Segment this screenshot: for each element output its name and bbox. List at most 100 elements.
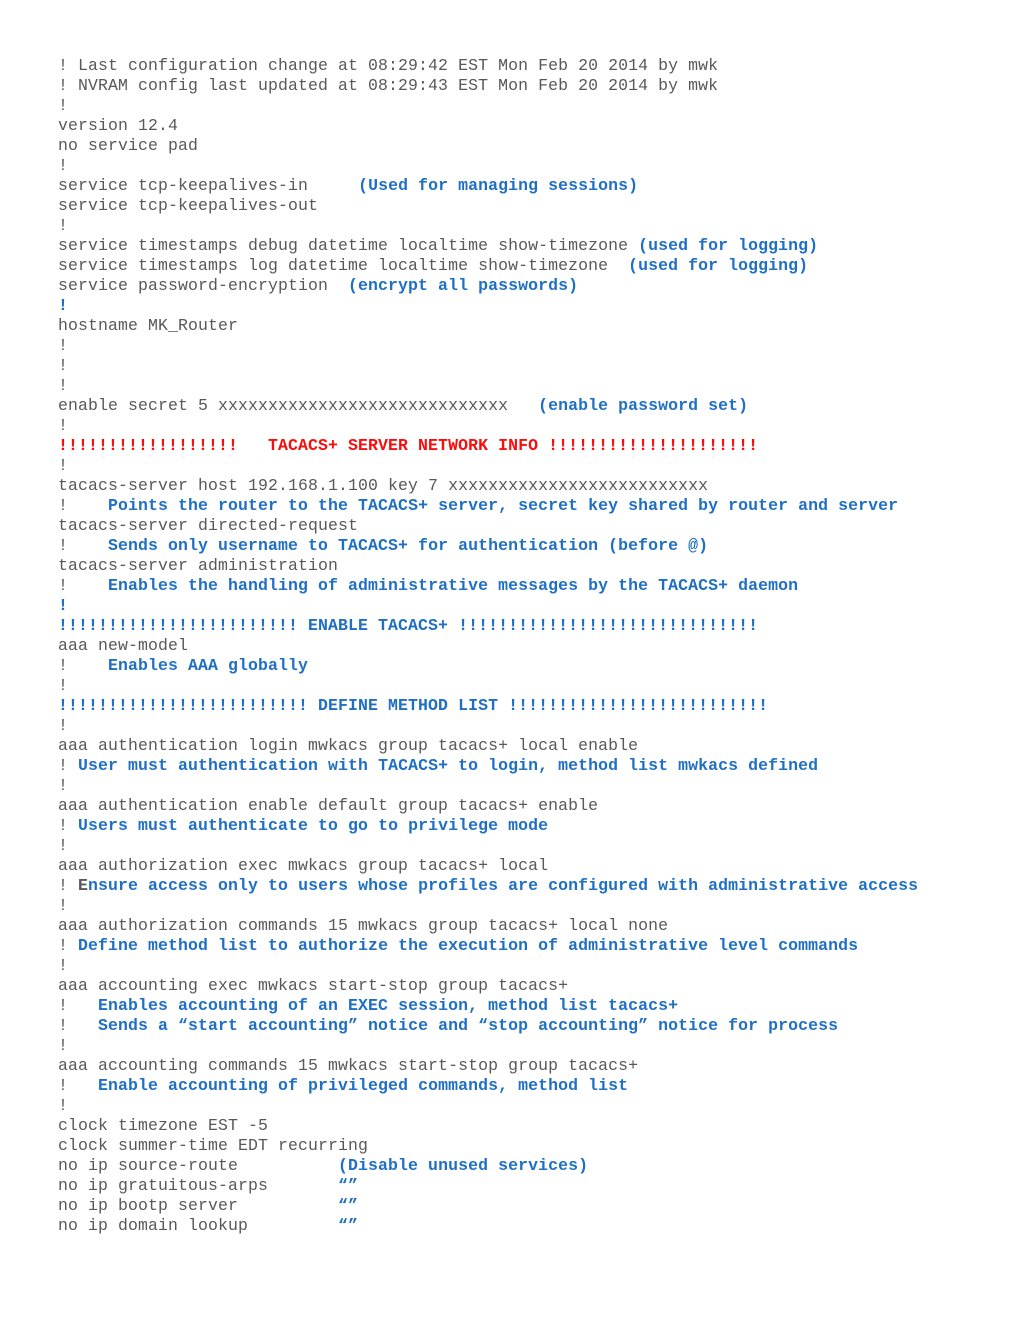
config-line-segment-plain: ! <box>58 876 79 895</box>
config-line-segment-plain: aaa accounting commands 15 mwkacs start-… <box>58 1056 639 1075</box>
config-line-segment-plain: aaa new-model <box>58 636 189 655</box>
config-line-segment-bang-blue: ! <box>58 296 69 315</box>
config-line: ! <box>58 456 1008 476</box>
config-line: no ip bootp server “” <box>58 1196 1008 1216</box>
config-line-segment-plain: hostname MK_Router <box>58 316 239 335</box>
config-line-segment-plain: tacacs-server directed-request <box>58 516 359 535</box>
config-line: service timestamps debug datetime localt… <box>58 236 1008 256</box>
config-line: no ip gratuitous-arps “” <box>58 1176 1008 1196</box>
config-line-segment-plain: ! <box>58 816 79 835</box>
config-line: ! <box>58 676 1008 696</box>
config-line-segment-plain: aaa accounting exec mwkacs start-stop gr… <box>58 976 569 995</box>
config-line-segment-plain: ! <box>58 576 109 595</box>
config-line-segment-banner-blue: !!!!!!!!!!!!!!!!!!!!!!!! ENABLE TACACS+ … <box>58 616 759 635</box>
config-line-segment-plain: ! <box>58 1096 69 1115</box>
config-line-segment-plain: aaa authentication enable default group … <box>58 796 599 815</box>
config-line-segment-note: User must authentication with TACACS+ to… <box>78 756 819 775</box>
config-line: ! <box>58 1096 1008 1116</box>
config-line-segment-plain: version 12.4 <box>58 116 179 135</box>
config-line-segment-note: Enables AAA globally <box>108 656 309 675</box>
config-line-segment-note: Points the router to the TACACS+ server,… <box>108 496 899 515</box>
config-line-segment-note: nsure access only to users whose profile… <box>88 876 919 895</box>
config-line: ! <box>58 716 1008 736</box>
config-line-segment-note: Sends a “start accounting” notice and “s… <box>98 1016 839 1035</box>
config-line-segment-plain: ! <box>58 96 69 115</box>
config-line-segment-note: Users must authenticate to go to privile… <box>78 816 549 835</box>
config-line-segment-note: (Disable unused services) <box>338 1156 589 1175</box>
config-line: ! Define method list to authorize the ex… <box>58 936 1008 956</box>
config-line: aaa authentication enable default group … <box>58 796 1008 816</box>
config-line: ! <box>58 376 1008 396</box>
config-line-segment-plain: ! <box>58 536 109 555</box>
config-line-segment-note: “” <box>338 1216 359 1235</box>
config-line-segment-note: Define method list to authorize the exec… <box>78 936 859 955</box>
config-line: clock timezone EST -5 <box>58 1116 1008 1136</box>
config-line-segment-plain: no service pad <box>58 136 199 155</box>
config-line: aaa accounting commands 15 mwkacs start-… <box>58 1056 1008 1076</box>
config-line-segment-plain: ! <box>58 996 99 1015</box>
config-line-segment-plain: service timestamps log datetime localtim… <box>58 256 629 275</box>
config-line-segment-plain: ! <box>58 456 69 475</box>
config-line-segment-plain: tacacs-server administration <box>58 556 339 575</box>
config-line-segment-plain: ! <box>58 716 69 735</box>
config-line-segment-plain: no ip domain lookup <box>58 1216 339 1235</box>
config-line-segment-plain: ! <box>58 956 69 975</box>
config-line-segment-note: (used for logging) <box>628 256 809 275</box>
config-line: ! User must authentication with TACACS+ … <box>58 756 1008 776</box>
config-line: no ip domain lookup “” <box>58 1216 1008 1236</box>
config-line-segment-plain: ! <box>58 1036 69 1055</box>
config-line-segment-note: Enable accounting of privileged commands… <box>98 1076 629 1095</box>
config-line: ! <box>58 336 1008 356</box>
config-line: service timestamps log datetime localtim… <box>58 256 1008 276</box>
config-line: ! <box>58 776 1008 796</box>
config-line: aaa accounting exec mwkacs start-stop gr… <box>58 976 1008 996</box>
config-line: ! Last configuration change at 08:29:42 … <box>58 56 1008 76</box>
config-line-segment-plain: ! <box>58 376 69 395</box>
config-line: hostname MK_Router <box>58 316 1008 336</box>
config-line-segment-plain: ! <box>58 676 69 695</box>
config-line-segment-plain: ! <box>58 156 69 175</box>
config-line: tacacs-server directed-request <box>58 516 1008 536</box>
config-line-segment-plain: service tcp-keepalives-in <box>58 176 359 195</box>
config-line-segment-plain: ! <box>58 1076 99 1095</box>
config-line-segment-banner-red: !!!!!!!!!!!!!!!!!! TACACS+ SERVER NETWOR… <box>58 436 759 455</box>
config-line: aaa new-model <box>58 636 1008 656</box>
config-line-segment-note: “” <box>338 1176 359 1195</box>
config-line-segment-plain: ! NVRAM config last updated at 08:29:43 … <box>58 76 719 95</box>
config-line: ! <box>58 896 1008 916</box>
config-line-segment-note: (used for logging) <box>638 236 819 255</box>
config-line: ! Users must authenticate to go to privi… <box>58 816 1008 836</box>
config-line: no ip source-route (Disable unused servi… <box>58 1156 1008 1176</box>
config-line: ! Enables accounting of an EXEC session,… <box>58 996 1008 1016</box>
config-line: service tcp-keepalives-in (Used for mana… <box>58 176 1008 196</box>
config-line-segment-plain: ! <box>58 936 79 955</box>
config-line-segment-plain: ! <box>58 356 69 375</box>
config-line-segment-note: “” <box>338 1196 359 1215</box>
config-line: ! Enable accounting of privileged comman… <box>58 1076 1008 1096</box>
config-line: ! <box>58 956 1008 976</box>
config-line-segment-note: Enables the handling of administrative m… <box>108 576 799 595</box>
config-line: ! <box>58 156 1008 176</box>
config-line-segment-plain: aaa authorization commands 15 mwkacs gro… <box>58 916 669 935</box>
config-line: ! <box>58 836 1008 856</box>
config-line-segment-note-dark: E <box>78 876 89 895</box>
config-line: !!!!!!!!!!!!!!!!!!!!!!!!! DEFINE METHOD … <box>58 696 1008 716</box>
config-line: tacacs-server administration <box>58 556 1008 576</box>
config-line: ! Sends only username to TACACS+ for aut… <box>58 536 1008 556</box>
config-line: ! Enables AAA globally <box>58 656 1008 676</box>
config-line-segment-plain: ! Last configuration change at 08:29:42 … <box>58 56 719 75</box>
config-line: ! <box>58 216 1008 236</box>
config-line: no service pad <box>58 136 1008 156</box>
config-line-segment-plain: service tcp-keepalives-out <box>58 196 319 215</box>
config-line-segment-plain: ! <box>58 656 109 675</box>
config-line-segment-plain: ! <box>58 836 69 855</box>
config-line-segment-note: (enable password set) <box>538 396 749 415</box>
config-line-segment-plain: service password-encryption <box>58 276 349 295</box>
config-line-segment-plain: enable secret 5 xxxxxxxxxxxxxxxxxxxxxxxx… <box>58 396 539 415</box>
config-line: ! <box>58 296 1008 316</box>
config-line-segment-plain: ! <box>58 496 109 515</box>
config-line-segment-plain: ! <box>58 336 69 355</box>
config-line-segment-note: (Used for managing sessions) <box>358 176 639 195</box>
config-line-segment-plain: service timestamps debug datetime localt… <box>58 236 639 255</box>
config-line-segment-note: Sends only username to TACACS+ for authe… <box>108 536 709 555</box>
